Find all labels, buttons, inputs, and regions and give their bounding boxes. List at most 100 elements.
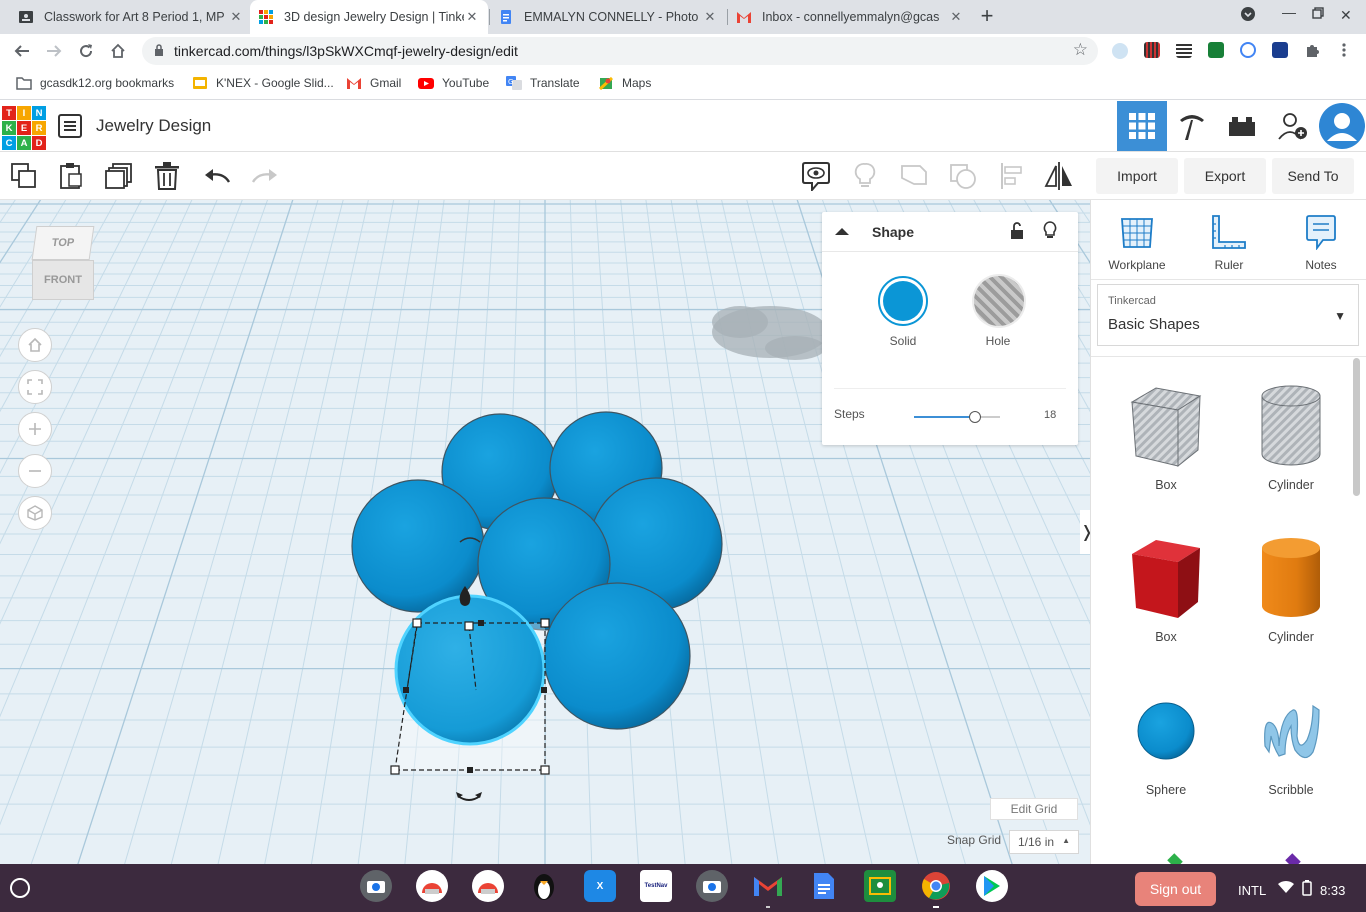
edit-grid-button[interactable]: Edit Grid bbox=[990, 798, 1078, 820]
unlock-icon[interactable] bbox=[1010, 222, 1024, 240]
forward-icon[interactable] bbox=[40, 37, 68, 65]
close-tab-icon[interactable]: ✕ bbox=[702, 9, 718, 25]
zoom-in-button[interactable] bbox=[18, 412, 52, 446]
home-icon[interactable] bbox=[104, 37, 132, 65]
tinkercad-logo[interactable]: T I N K E R C A D bbox=[2, 106, 46, 150]
bookmark-folder[interactable]: gcasdk12.org bookmarks bbox=[16, 76, 174, 90]
close-tab-icon[interactable]: ✕ bbox=[464, 9, 480, 25]
collapse-inspector-icon[interactable] bbox=[834, 225, 850, 237]
docs-app-icon[interactable] bbox=[808, 870, 840, 902]
avatar[interactable] bbox=[1317, 101, 1366, 151]
tab-gmail[interactable]: Inbox - connellyemmalyn@gcas ✕ bbox=[728, 0, 972, 34]
pearson-testnav-icon[interactable]: TestNav bbox=[640, 870, 672, 902]
shape-cylinder-hole[interactable]: Cylinder bbox=[1231, 380, 1351, 492]
blocks-view-button[interactable] bbox=[1167, 101, 1217, 151]
shape-sphere[interactable]: Sphere bbox=[1106, 685, 1226, 797]
undo-button[interactable] bbox=[202, 160, 234, 192]
wifi-icon[interactable] bbox=[1278, 880, 1294, 897]
sphere[interactable] bbox=[543, 582, 691, 730]
extension-qr-icon[interactable] bbox=[1144, 42, 1160, 58]
copy-button[interactable] bbox=[8, 160, 40, 192]
extension-qr-scanner-icon[interactable] bbox=[1176, 42, 1192, 58]
export-button[interactable]: Export bbox=[1184, 158, 1266, 194]
gmail-app-icon[interactable] bbox=[752, 870, 784, 902]
invite-user-button[interactable] bbox=[1267, 101, 1317, 151]
duplicate-button[interactable] bbox=[103, 160, 135, 192]
camera-2-app-icon[interactable] bbox=[696, 870, 728, 902]
shape-box-hole[interactable]: Box bbox=[1106, 380, 1226, 492]
clock[interactable]: 8:33 bbox=[1320, 883, 1345, 898]
group-button[interactable] bbox=[898, 160, 930, 192]
perspective-button[interactable] bbox=[18, 496, 52, 530]
close-tab-icon[interactable]: ✕ bbox=[228, 9, 244, 25]
solid-color-swatch[interactable] bbox=[878, 276, 928, 326]
home-view-button[interactable] bbox=[18, 328, 52, 362]
tab-classwork[interactable]: Classwork for Art 8 Period 1, MP ✕ bbox=[10, 0, 252, 34]
shape-scribble[interactable]: Scribble bbox=[1231, 685, 1351, 797]
classroom-app-icon[interactable] bbox=[864, 870, 896, 902]
send-to-button[interactable]: Send To bbox=[1272, 158, 1354, 194]
reload-icon[interactable] bbox=[72, 37, 100, 65]
close-tab-icon[interactable]: ✕ bbox=[948, 9, 964, 25]
bookmark-star-icon[interactable]: ☆ bbox=[1073, 40, 1088, 60]
shape-cylinder[interactable]: Cylinder bbox=[1231, 532, 1351, 644]
shapes-scrollbar[interactable] bbox=[1353, 358, 1360, 496]
steps-slider[interactable] bbox=[914, 411, 1000, 423]
extension-shield-icon[interactable] bbox=[1272, 42, 1288, 58]
workplane-button[interactable]: Workplane bbox=[1097, 212, 1177, 272]
address-bar[interactable]: tinkercad.com/things/l3pSkWXCmqf-jewelry… bbox=[142, 37, 1098, 65]
bookmark-knex[interactable]: K'NEX - Google Slid... bbox=[192, 76, 334, 90]
shape-library-select[interactable]: Tinkercad Basic Shapes ▼ bbox=[1097, 284, 1359, 346]
x-app-icon[interactable]: X bbox=[584, 870, 616, 902]
ungroup-button[interactable] bbox=[947, 160, 979, 192]
restore-icon[interactable] bbox=[1312, 6, 1324, 22]
play-store-app-icon[interactable] bbox=[976, 870, 1008, 902]
view-cube-front[interactable]: FRONT bbox=[32, 260, 94, 300]
view-cube-top[interactable]: TOP bbox=[31, 226, 95, 260]
import-button[interactable]: Import bbox=[1096, 158, 1178, 194]
design-menu-icon[interactable] bbox=[58, 114, 82, 138]
back-icon[interactable] bbox=[8, 37, 36, 65]
bookmark-translate[interactable]: G Translate bbox=[506, 76, 580, 90]
penguin-app-icon[interactable] bbox=[528, 870, 560, 902]
paste-button[interactable] bbox=[55, 160, 87, 192]
extension-sheets-icon[interactable] bbox=[1208, 42, 1224, 58]
new-tab-button[interactable]: + bbox=[976, 4, 998, 30]
delete-button[interactable] bbox=[151, 160, 183, 192]
3d-design-view-button[interactable] bbox=[1117, 101, 1167, 151]
zoom-out-button[interactable] bbox=[18, 454, 52, 488]
battery-icon[interactable] bbox=[1302, 880, 1312, 899]
camera-app-icon[interactable] bbox=[360, 870, 392, 902]
steps-slider-knob[interactable] bbox=[969, 411, 982, 423]
show-all-button[interactable] bbox=[849, 160, 881, 192]
tab-google-doc[interactable]: EMMALYN CONNELLY - Photo Do ✕ bbox=[490, 0, 726, 34]
chrome-app-icon[interactable] bbox=[920, 870, 952, 902]
steps-value[interactable]: 18 bbox=[1044, 409, 1056, 421]
bookmark-youtube[interactable]: YouTube bbox=[418, 76, 489, 90]
extension-cloud-icon[interactable] bbox=[1112, 43, 1128, 59]
notes-toggle-button[interactable] bbox=[800, 160, 832, 192]
minimize-icon[interactable]: — bbox=[1282, 4, 1296, 20]
notes-button[interactable]: Notes bbox=[1281, 212, 1361, 272]
align-button[interactable] bbox=[996, 160, 1028, 192]
view-cube[interactable]: TOP FRONT bbox=[30, 224, 96, 302]
ruler-button[interactable]: Ruler bbox=[1189, 212, 1269, 272]
bookmark-maps[interactable]: Maps bbox=[598, 76, 651, 90]
snap-grid-select[interactable]: 1/16 in ▲ bbox=[1009, 830, 1079, 854]
extension-circle-icon[interactable] bbox=[1240, 42, 1256, 58]
chrome-menu-icon[interactable] bbox=[1336, 42, 1352, 58]
bookmark-gmail[interactable]: Gmail bbox=[346, 76, 401, 90]
mirror-button[interactable] bbox=[1043, 160, 1075, 192]
shape-box[interactable]: Box bbox=[1106, 532, 1226, 644]
input-method[interactable]: INTL bbox=[1238, 883, 1266, 898]
design-title[interactable]: Jewelry Design bbox=[96, 116, 211, 136]
close-window-icon[interactable]: ✕ bbox=[1340, 7, 1352, 24]
launcher-icon[interactable] bbox=[10, 878, 30, 898]
lightbulb-icon[interactable] bbox=[1043, 221, 1057, 241]
hole-swatch[interactable] bbox=[974, 276, 1024, 326]
selected-sphere[interactable] bbox=[394, 594, 546, 746]
bricks-view-button[interactable] bbox=[1217, 101, 1267, 151]
chromebook-app-icon[interactable] bbox=[416, 870, 448, 902]
tab-tinkercad[interactable]: 3D design Jewelry Design | Tinke ✕ bbox=[250, 0, 488, 34]
chromebook-app-2-icon[interactable] bbox=[472, 870, 504, 902]
